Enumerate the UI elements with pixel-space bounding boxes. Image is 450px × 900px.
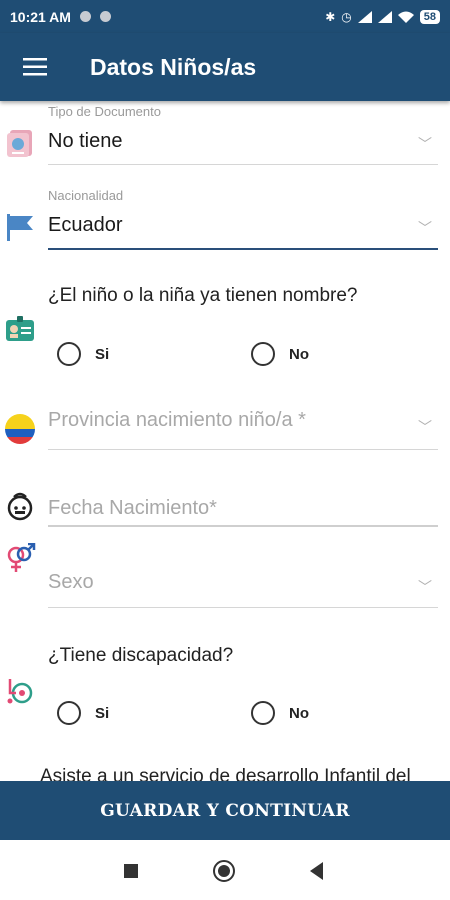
wheelchair-icon <box>7 679 33 704</box>
fecha-placeholder: Fecha Nacimiento* <box>48 497 217 519</box>
save-continue-button[interactable]: GUARDAR Y CONTINUAR <box>0 781 450 840</box>
tipo-documento-label: Tipo de Documento <box>48 104 161 119</box>
radio-label: No <box>289 345 309 363</box>
provincia-placeholder: Provincia nacimiento niño/a * <box>48 409 306 431</box>
discapacidad-radio-no[interactable]: No <box>251 701 309 725</box>
provincia-select[interactable]: Provincia nacimiento niño/a * ﹀ <box>48 409 438 451</box>
back-icon[interactable] <box>310 862 323 880</box>
discapacidad-radio-si[interactable]: Si <box>57 701 109 725</box>
status-icons: ✱ ◷ 58 <box>325 9 440 24</box>
nombre-question: ¿El niño o la niña ya tienen nombre? <box>48 285 358 306</box>
menu-icon <box>23 58 47 76</box>
field-underline <box>48 525 438 527</box>
home-icon[interactable] <box>213 860 235 882</box>
desarrollo-infantil-question: Asiste a un servicio de desarrollo Infan… <box>40 766 411 781</box>
passport-icon <box>7 130 32 157</box>
field-underline <box>48 607 438 608</box>
ecuador-flag-icon <box>5 414 35 444</box>
field-underline <box>48 449 438 450</box>
status-time: 10:21 AM <box>10 8 71 25</box>
recents-icon[interactable] <box>124 864 138 878</box>
form-content[interactable]: Tipo de Documento No tiene ﹀ Nacionalida… <box>0 101 450 781</box>
discapacidad-question: ¿Tiene discapacidad? <box>48 645 234 666</box>
radio-circle[interactable] <box>57 342 81 366</box>
nacionalidad-label: Nacionalidad <box>48 188 124 203</box>
field-underline-active <box>48 248 438 250</box>
page-title: Datos Niños/as <box>90 53 257 80</box>
wifi-icon <box>397 11 414 23</box>
notification-dot-icon <box>99 11 111 22</box>
baby-icon <box>7 492 33 521</box>
system-nav-bar <box>0 840 450 900</box>
id-card-icon <box>6 316 34 341</box>
tipo-documento-value: No tiene <box>48 130 123 152</box>
radio-label: Si <box>95 345 110 363</box>
notification-dot-icon <box>79 11 91 22</box>
field-underline <box>48 164 438 165</box>
radio-circle[interactable] <box>251 342 275 366</box>
fecha-nacimiento-input[interactable]: Fecha Nacimiento* <box>48 497 438 529</box>
app-bar: Datos Niños/as <box>0 33 450 101</box>
radio-label: Si <box>95 704 110 722</box>
menu-button[interactable] <box>0 33 70 101</box>
nombre-radio-si[interactable]: Si <box>57 342 109 366</box>
sexo-placeholder: Sexo <box>48 571 94 593</box>
radio-label: No <box>289 704 309 722</box>
flag-icon <box>7 214 33 241</box>
sexo-select[interactable]: Sexo ﹀ <box>48 571 438 609</box>
nombre-radio-no[interactable]: No <box>251 342 309 366</box>
alarm-icon: ◷ <box>341 9 352 24</box>
battery-icon: 58 <box>419 9 440 24</box>
signal-icon <box>377 10 392 23</box>
nacionalidad-value: Ecuador <box>48 214 123 236</box>
chevron-down-icon: ﹀ <box>418 136 432 152</box>
chevron-down-icon: ﹀ <box>418 419 432 435</box>
bluetooth-icon: ✱ <box>325 9 336 24</box>
chevron-down-icon: ﹀ <box>418 579 432 595</box>
nacionalidad-select[interactable]: Nacionalidad Ecuador ﹀ <box>48 188 438 251</box>
radio-circle[interactable] <box>57 701 81 725</box>
radio-circle[interactable] <box>251 701 275 725</box>
signal-icon <box>357 10 372 23</box>
status-bar: 10:21 AM ✱ ◷ 58 <box>0 0 450 33</box>
gender-icon <box>7 543 36 572</box>
chevron-down-icon: ﹀ <box>418 220 432 236</box>
tipo-documento-select[interactable]: Tipo de Documento No tiene ﹀ <box>48 104 438 166</box>
